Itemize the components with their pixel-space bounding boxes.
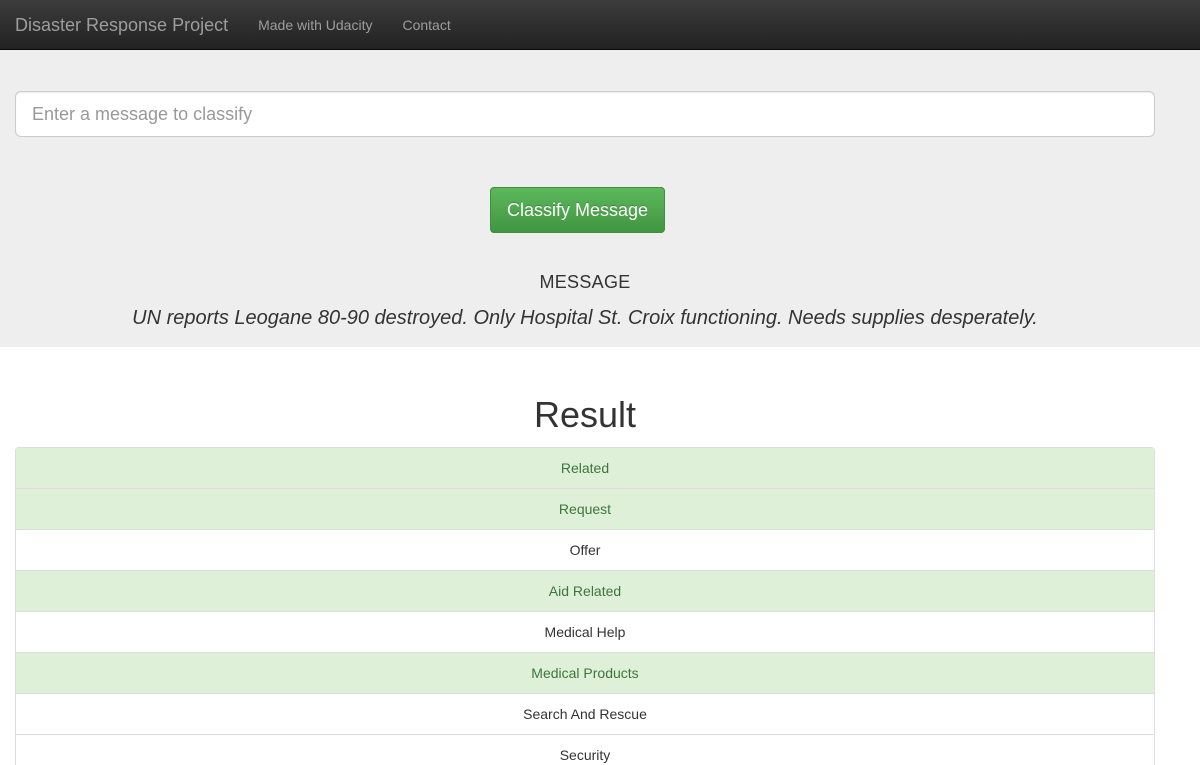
top-navbar: Disaster Response Project Made with Udac… bbox=[0, 0, 1200, 50]
nav-link-made-with-udacity[interactable]: Made with Udacity bbox=[258, 0, 372, 50]
brand-link[interactable]: Disaster Response Project bbox=[15, 0, 228, 50]
message-heading: MESSAGE bbox=[539, 272, 631, 292]
nav-link-contact[interactable]: Contact bbox=[402, 0, 450, 50]
classify-message-button[interactable]: Classify Message bbox=[490, 187, 665, 233]
message-input[interactable] bbox=[15, 91, 1155, 137]
classified-message-text: UN reports Leogane 80-90 destroyed. Only… bbox=[132, 307, 1038, 329]
result-category-item: Offer bbox=[16, 530, 1154, 571]
result-category-item: Aid Related bbox=[16, 571, 1154, 612]
result-category-item: Medical Products bbox=[16, 653, 1154, 694]
result-category-item: Related bbox=[16, 448, 1154, 489]
result-category-item: Search And Rescue bbox=[16, 694, 1154, 735]
result-category-item: Medical Help bbox=[16, 612, 1154, 653]
result-category-item: Security bbox=[16, 735, 1154, 765]
result-category-item: Request bbox=[16, 489, 1154, 530]
result-title: Result bbox=[533, 394, 637, 435]
result-category-list: Related Request Offer Aid Related Medica… bbox=[15, 447, 1155, 765]
classify-jumbotron: Classify Message MESSAGE UN reports Leog… bbox=[0, 50, 1200, 347]
